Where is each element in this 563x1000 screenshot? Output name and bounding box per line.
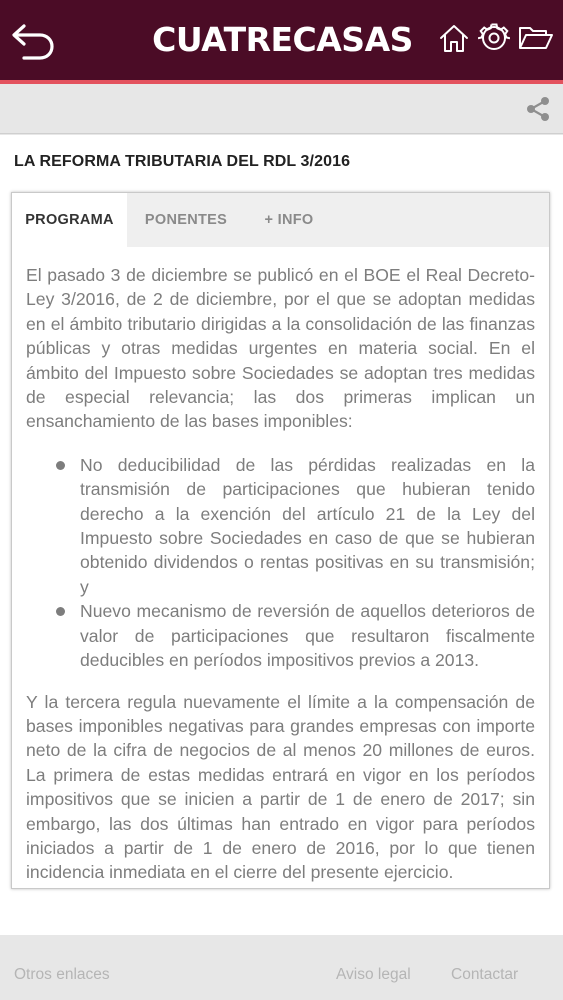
article-paragraph: Y la tercera regula nuevamente el límite… (26, 691, 535, 883)
list-item-text: No deducibilidad de las pérdidas realiza… (80, 454, 535, 597)
content-card: PROGRAMA PONENTES + INFO El pasado 3 de … (11, 192, 550, 889)
bullet-icon (56, 607, 65, 617)
tab-info[interactable]: + INFO (245, 193, 333, 247)
footer: Otros enlaces Aviso legal Contactar (0, 935, 563, 1000)
article-paragraph: El pasado 3 de diciembre se publicó en e… (26, 265, 535, 432)
back-button[interactable] (10, 18, 56, 62)
bullet-list: No deducibilidad de las pérdidas realiza… (26, 453, 535, 673)
contact-link[interactable]: Contactar (451, 966, 518, 984)
article-body: El pasado 3 de diciembre se publicó en e… (26, 263, 535, 888)
folder-button[interactable] (518, 22, 554, 54)
legal-notice-link[interactable]: Aviso legal (336, 966, 411, 984)
content-area: LA REFORMA TRIBUTARIA DEL RDL 3/2016 PRO… (0, 135, 563, 935)
list-item-text: Nuevo mecanismo de reversión de aquellos… (80, 601, 535, 671)
settings-button[interactable] (478, 22, 510, 54)
tab-ponentes[interactable]: PONENTES (127, 193, 245, 247)
page-title: LA REFORMA TRIBUTARIA DEL RDL 3/2016 (14, 153, 351, 170)
home-icon (440, 25, 468, 52)
gear-icon (478, 23, 510, 50)
app-header: CUATRECASAS (0, 0, 563, 80)
share-icon (527, 97, 549, 121)
bullet-icon (56, 460, 65, 470)
share-button[interactable] (525, 96, 551, 122)
tab-bar: PROGRAMA PONENTES + INFO (12, 193, 549, 247)
home-button[interactable] (438, 22, 470, 54)
back-arrow-icon (12, 24, 54, 60)
brand-logo: CUATRECASAS (152, 20, 413, 59)
tab-programa[interactable]: PROGRAMA (12, 193, 127, 247)
toolbar (0, 84, 563, 134)
list-item: Nuevo mecanismo de reversión de aquellos… (26, 599, 535, 672)
list-item: No deducibilidad de las pérdidas realiza… (26, 453, 535, 599)
folder-icon (519, 27, 553, 49)
other-links-link[interactable]: Otros enlaces (14, 966, 110, 984)
